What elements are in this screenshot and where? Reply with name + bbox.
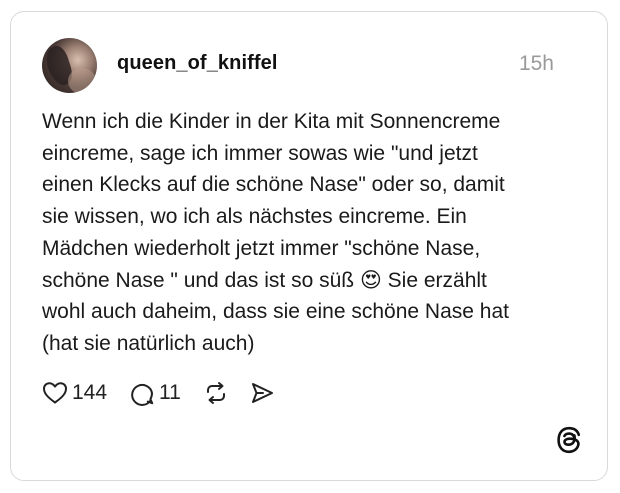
post-text: Wenn ich die Kinder in der Kita mit Sonn… (42, 110, 509, 355)
reply-count: 11 (159, 381, 181, 404)
threads-logo-icon (557, 426, 581, 454)
comment-bubble-icon (131, 383, 154, 406)
share-button[interactable] (249, 380, 275, 406)
avatar-highlight (68, 68, 96, 93)
like-button[interactable]: 144 (42, 381, 107, 405)
send-icon (251, 383, 273, 403)
username[interactable]: queen_of_kniffel (117, 52, 278, 75)
reply-button[interactable]: 11 (129, 380, 181, 406)
heart-icon (43, 382, 67, 404)
avatar[interactable] (42, 38, 97, 93)
post-timestamp: 15h (518, 52, 554, 75)
repost-icon (206, 382, 225, 404)
post-actions: 144 11 (42, 377, 275, 409)
like-count: 144 (72, 381, 108, 404)
repost-button[interactable] (203, 380, 229, 406)
post-card: queen_of_kniffel 15h Wenn ich die Kinder… (10, 11, 608, 481)
